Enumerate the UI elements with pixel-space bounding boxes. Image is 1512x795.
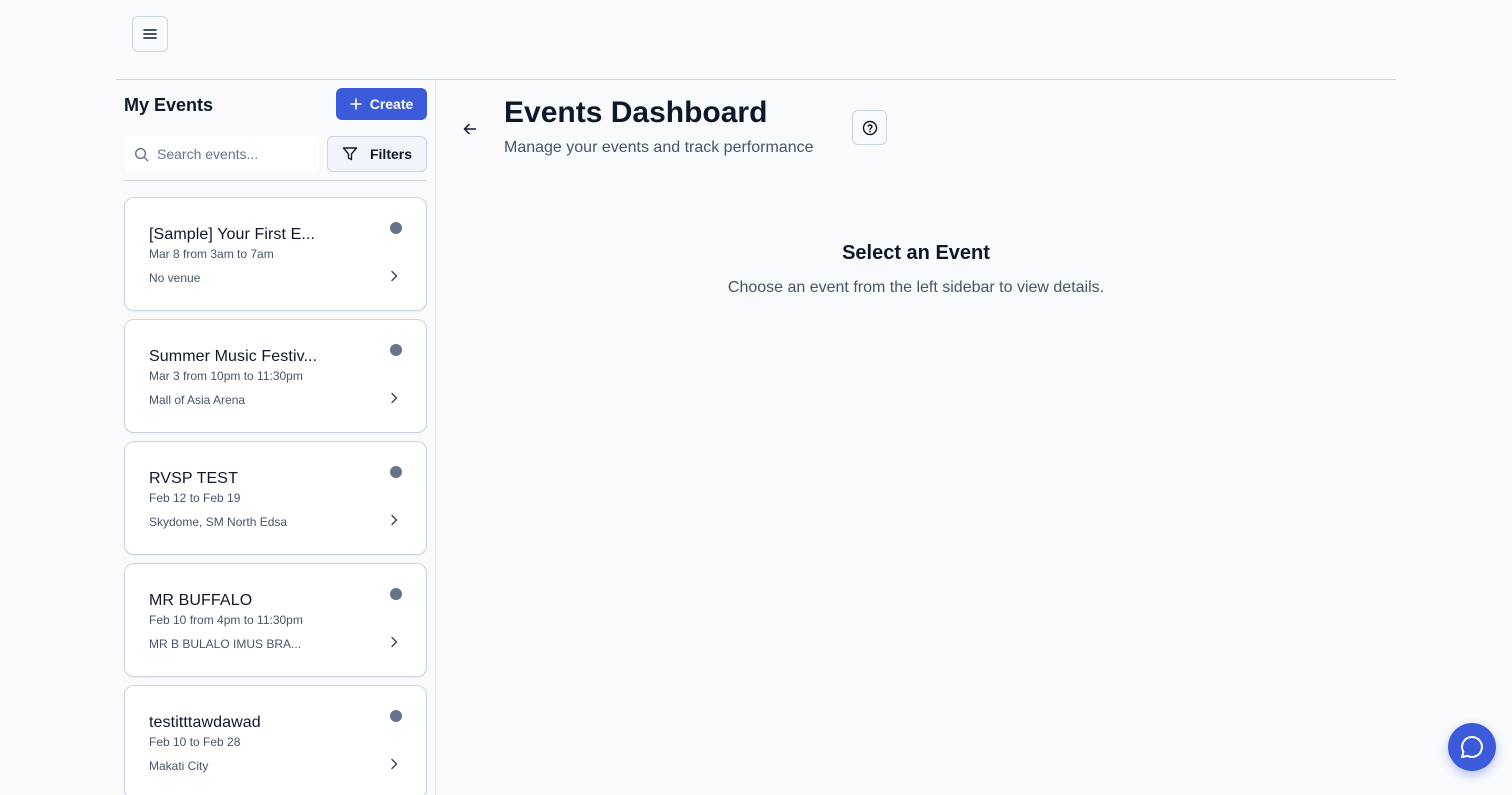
hamburger-menu-icon — [143, 29, 157, 39]
chevron-right-icon — [391, 758, 398, 770]
event-date: Mar 3 from 10pm to 11:30pm — [149, 369, 303, 383]
event-date: Mar 8 from 3am to 7am — [149, 247, 274, 261]
status-dot — [390, 344, 402, 356]
chevron-right-icon — [391, 270, 398, 282]
event-venue: MR B BULALO IMUS BRA... — [149, 637, 302, 651]
event-name: MR BUFFALO — [149, 592, 253, 609]
status-dot — [390, 710, 402, 722]
menu-button[interactable] — [132, 16, 168, 52]
event-card[interactable]: testitttawdawad Feb 10 to Feb 28 Makati … — [124, 685, 427, 795]
empty-state-text: Choose an event from the left sidebar to… — [727, 279, 1105, 296]
event-venue: No venue — [149, 271, 201, 285]
event-name: RVSP TEST — [149, 470, 238, 487]
search-box[interactable] — [124, 136, 319, 172]
event-venue: Mall of Asia Arena — [149, 393, 246, 407]
event-name: [Sample] Your First E... — [149, 226, 316, 243]
event-card[interactable]: Summer Music Festiv... Mar 3 from 10pm t… — [124, 319, 427, 433]
event-venue: Makati City — [149, 759, 209, 773]
status-dot — [390, 588, 402, 600]
filters-button-label: Filters — [369, 146, 412, 162]
event-list: [Sample] Your First E... Mar 8 from 3am … — [124, 197, 427, 795]
help-button[interactable] — [852, 110, 887, 145]
sidebar-divider — [124, 180, 427, 181]
status-dot — [390, 466, 402, 478]
page-title: Events Dashboard — [504, 96, 768, 129]
event-date: Feb 12 to Feb 19 — [149, 491, 241, 505]
filters-button[interactable]: Filters — [327, 136, 427, 172]
events-sidebar: My Events Create Filters [Sample] Your F… — [116, 80, 436, 795]
chevron-right-icon — [391, 392, 398, 404]
search-icon — [134, 147, 149, 161]
event-card[interactable]: [Sample] Your First E... Mar 8 from 3am … — [124, 197, 427, 311]
back-button[interactable] — [458, 117, 482, 141]
page-subtitle: Manage your events and track performance — [504, 139, 814, 156]
event-card[interactable]: RVSP TEST Feb 12 to Feb 19 Skydome, SM N… — [124, 441, 427, 555]
event-date: Feb 10 to Feb 28 — [149, 735, 241, 749]
sidebar-title: My Events — [124, 95, 214, 115]
create-button-label: Create — [369, 96, 414, 112]
event-name: Summer Music Festiv... — [149, 348, 318, 365]
help-icon — [862, 120, 877, 135]
event-venue: Skydome, SM North Edsa — [149, 515, 288, 529]
event-date: Feb 10 from 4pm to 11:30pm — [149, 613, 303, 627]
chat-icon — [1461, 736, 1483, 758]
arrow-left-icon — [463, 123, 477, 135]
filter-icon — [342, 147, 358, 161]
chevron-right-icon — [391, 636, 398, 648]
empty-state-title: Select an Event — [842, 242, 990, 264]
events-dashboard-page: My Events Create Filters [Sample] Your F… — [0, 0, 1512, 795]
event-card[interactable]: MR BUFFALO Feb 10 from 4pm to 11:30pm MR… — [124, 563, 427, 677]
event-name: testitttawdawad — [149, 714, 261, 731]
chat-button[interactable] — [1448, 723, 1496, 771]
status-dot — [390, 222, 402, 234]
plus-icon — [349, 98, 362, 110]
search-input[interactable] — [157, 146, 307, 162]
create-event-button[interactable]: Create — [336, 88, 427, 120]
chevron-right-icon — [391, 514, 398, 526]
